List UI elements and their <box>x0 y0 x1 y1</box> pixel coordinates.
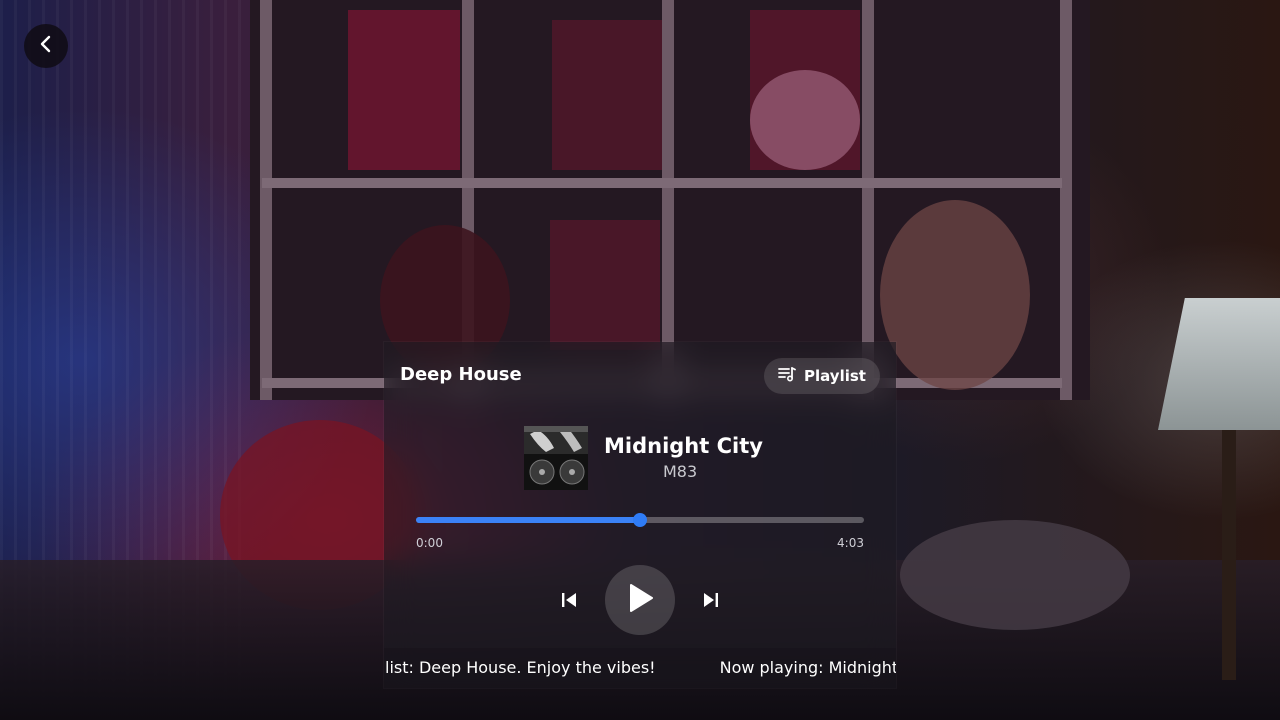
lamp-stem <box>1222 430 1236 680</box>
now-playing-ticker: list: Deep House. Enjoy the vibes! Now pl… <box>384 648 896 688</box>
track-title: Midnight City <box>604 434 763 458</box>
duration-time: 4:03 <box>837 536 864 550</box>
lamp-shade <box>1158 298 1280 430</box>
next-button[interactable] <box>697 588 725 616</box>
progress-knob[interactable] <box>633 513 647 527</box>
playlist-icon <box>778 366 796 386</box>
ticker-segment: Now playing: Midnight <box>719 658 896 677</box>
player-panel: Deep House Playlist Midnight City M83 0:… <box>384 342 896 688</box>
playlist-title: Deep House <box>400 364 522 385</box>
progress-bar[interactable] <box>416 513 864 527</box>
previous-button[interactable] <box>555 588 583 616</box>
playlist-button[interactable]: Playlist <box>764 358 880 394</box>
skip-next-icon <box>702 591 720 613</box>
play-icon <box>626 583 654 617</box>
back-button[interactable] <box>24 24 68 68</box>
skip-previous-icon <box>560 591 578 613</box>
album-art <box>524 426 588 490</box>
play-button[interactable] <box>605 565 675 635</box>
chevron-left-icon <box>36 34 56 58</box>
track-artist: M83 <box>663 462 698 481</box>
elapsed-time: 0:00 <box>416 536 443 550</box>
progress-fill <box>416 517 640 523</box>
playlist-button-label: Playlist <box>804 367 866 385</box>
ticker-segment: list: Deep House. Enjoy the vibes! <box>385 658 656 677</box>
